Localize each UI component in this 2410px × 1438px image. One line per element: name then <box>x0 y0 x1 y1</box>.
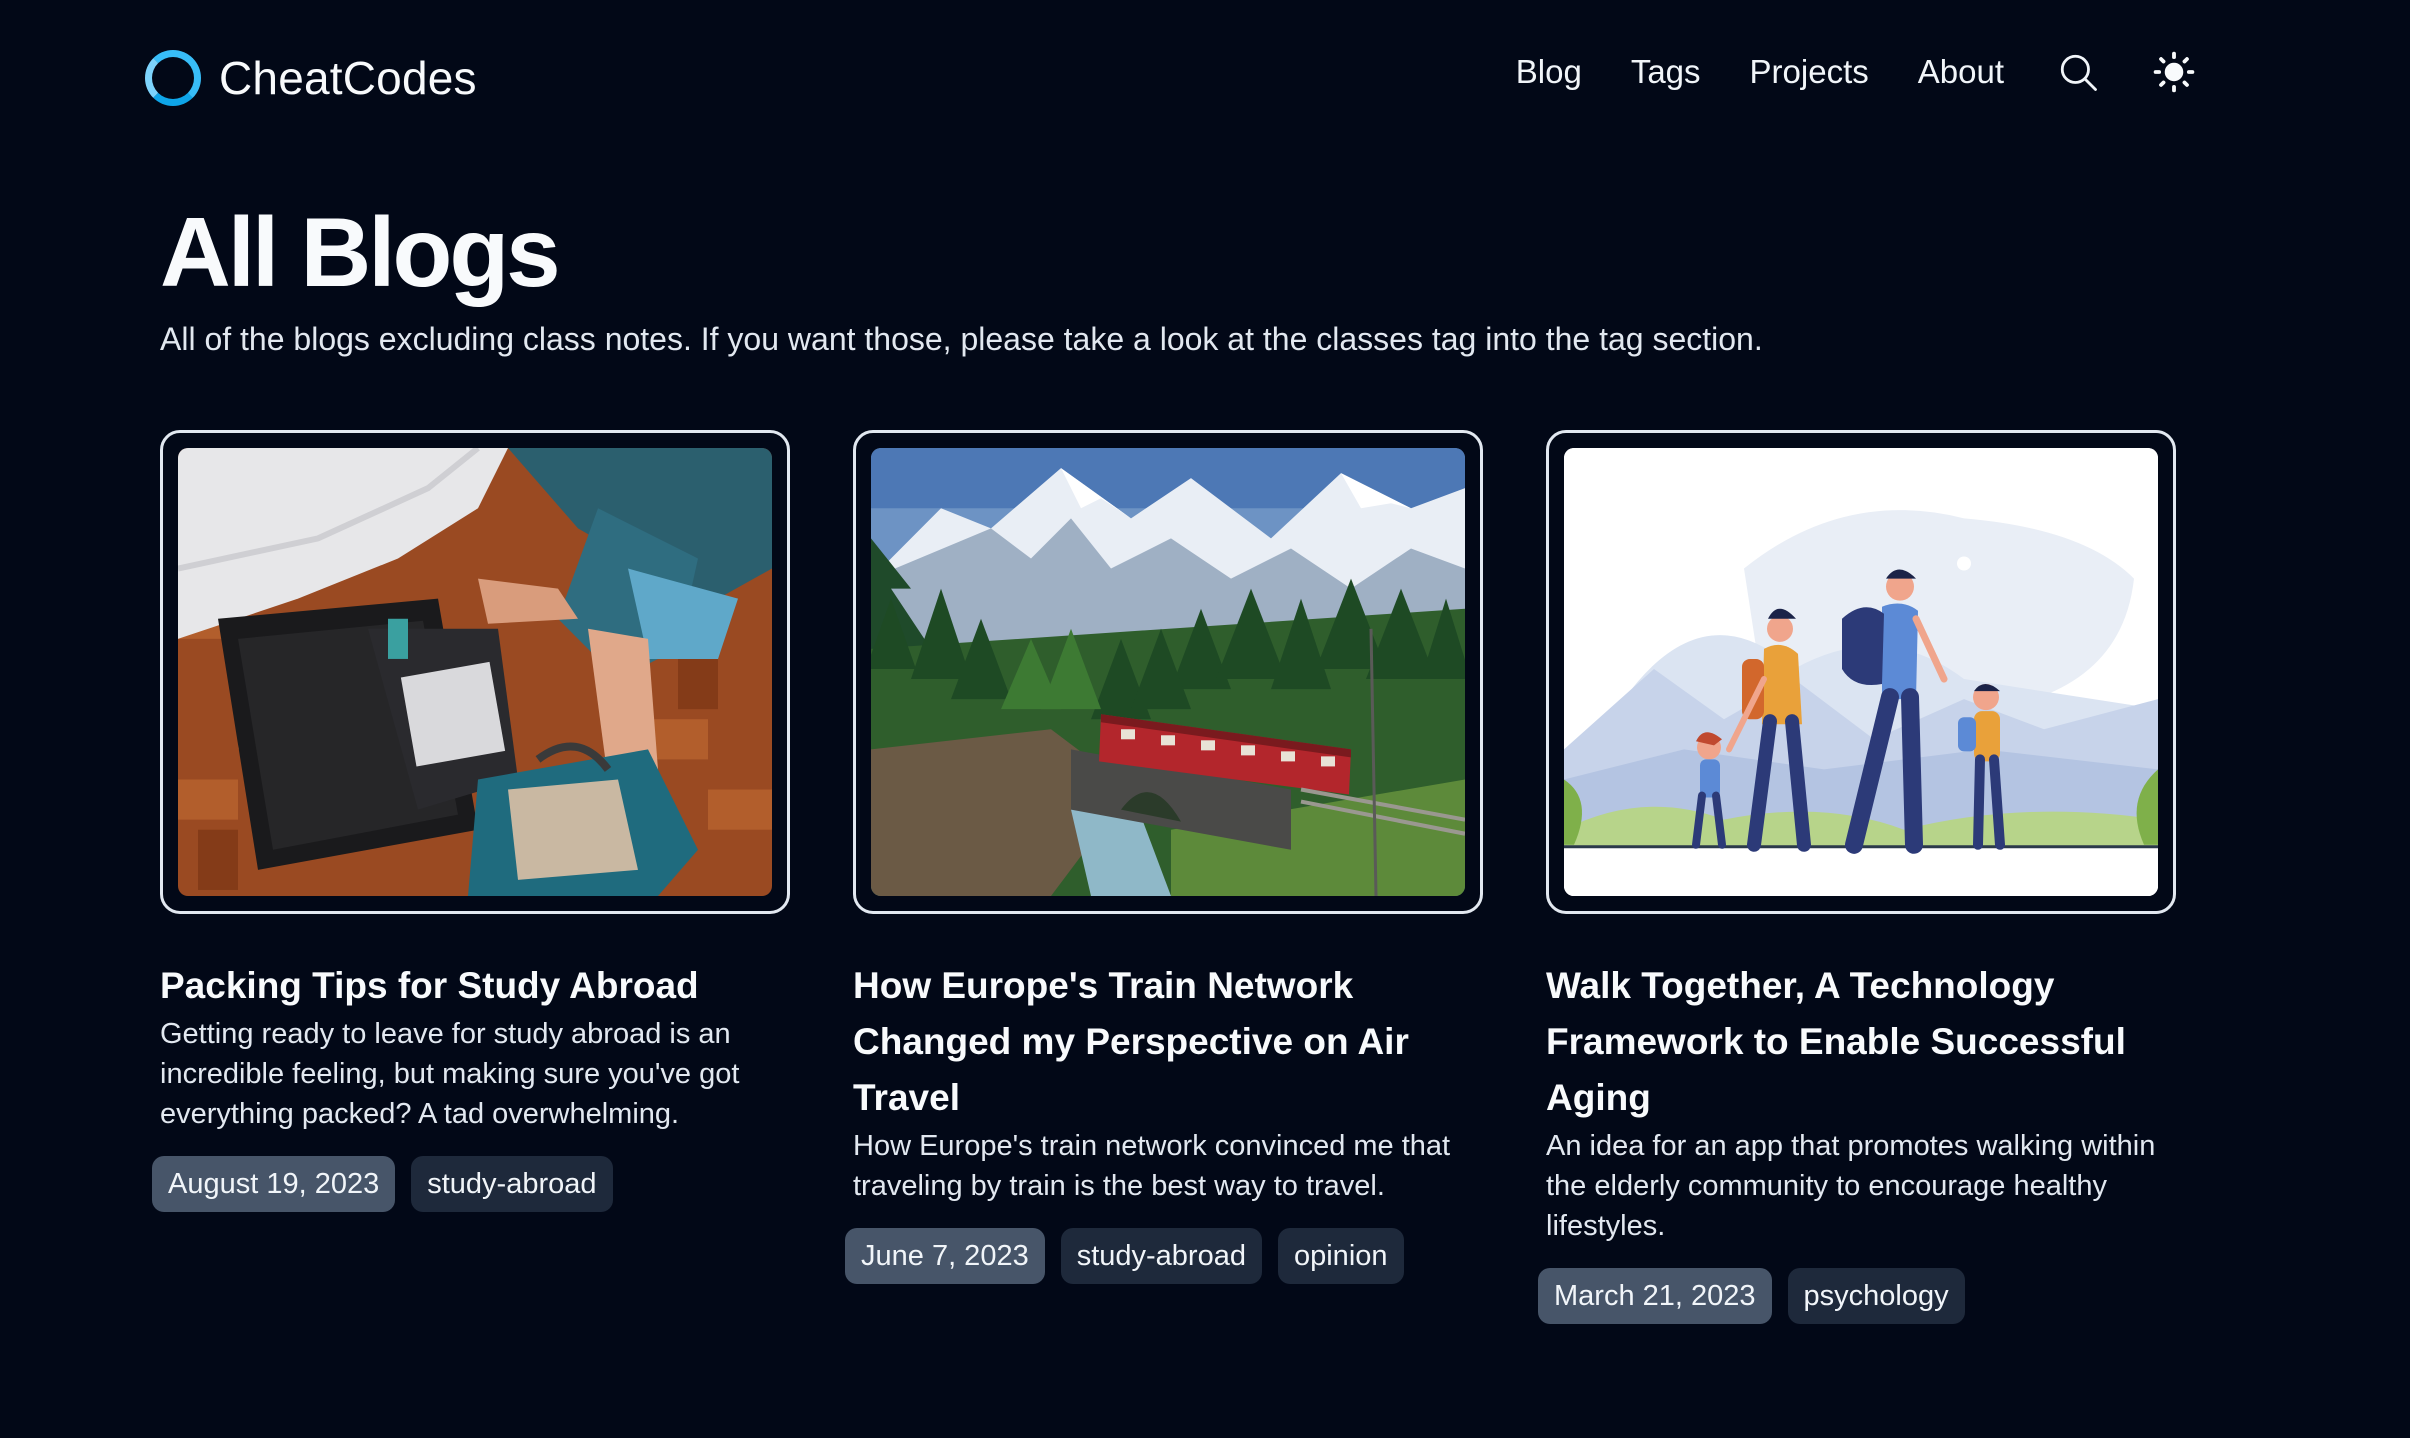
blog-card-title[interactable]: Packing Tips for Study Abroad <box>160 958 790 1014</box>
logo-ring-icon <box>145 50 201 106</box>
blog-card-meta: June 7, 2023 study-abroad opinion <box>845 1228 1483 1284</box>
post-date-badge: March 21, 2023 <box>1538 1268 1772 1324</box>
tag-chip[interactable]: study-abroad <box>411 1156 613 1212</box>
tag-chip[interactable]: psychology <box>1787 1268 1965 1324</box>
nav-link-blog[interactable]: Blog <box>1516 53 1582 91</box>
page-description: All of the blogs excluding class notes. … <box>160 321 1763 357</box>
brand-name: CheatCodes <box>219 52 477 104</box>
mountain-train-image <box>871 448 1465 896</box>
blog-card-meta: March 21, 2023 psychology <box>1538 1268 2176 1324</box>
blog-card-title[interactable]: How Europe's Train Network Changed my Pe… <box>853 958 1483 1126</box>
theme-toggle-button[interactable] <box>2152 50 2196 94</box>
blog-card: Packing Tips for Study Abroad Getting re… <box>152 430 790 1212</box>
main-nav: Blog Tags Projects About <box>1516 44 2196 100</box>
tag-chip[interactable]: opinion <box>1277 1228 1404 1284</box>
blog-card-description: An idea for an app that promotes walking… <box>1546 1130 2156 1242</box>
blog-card-image-link[interactable] <box>1546 430 2176 914</box>
family-walking-image <box>1564 448 2158 896</box>
post-date-badge: June 7, 2023 <box>845 1228 1045 1284</box>
blog-card-meta: August 19, 2023 study-abroad <box>152 1156 790 1212</box>
search-icon <box>2060 54 2097 91</box>
blog-card-description: How Europe's train network convinced me … <box>853 1130 1451 1202</box>
sun-icon <box>2153 51 2195 93</box>
blog-card-image-link[interactable] <box>160 430 790 914</box>
blog-card-title[interactable]: Walk Together, A Technology Framework to… <box>1546 958 2176 1126</box>
suitcase-packing-image <box>178 448 772 896</box>
post-date-badge: August 19, 2023 <box>152 1156 396 1212</box>
blog-card: Walk Together, A Technology Framework to… <box>1538 430 2176 1324</box>
brand-logo-link[interactable]: CheatCodes <box>145 50 477 106</box>
nav-link-projects[interactable]: Projects <box>1750 53 1869 91</box>
blog-card: How Europe's Train Network Changed my Pe… <box>845 430 1483 1284</box>
nav-link-tags[interactable]: Tags <box>1631 53 1701 91</box>
blog-card-image-link[interactable] <box>853 430 1483 914</box>
page-title: All Blogs <box>160 197 561 307</box>
tag-chip[interactable]: study-abroad <box>1060 1228 1262 1284</box>
site-header: CheatCodes Blog Tags Projects About <box>0 0 2410 150</box>
nav-link-about[interactable]: About <box>1918 53 2004 91</box>
search-button[interactable] <box>2056 50 2100 94</box>
blog-card-description: Getting ready to leave for study abroad … <box>160 1018 740 1130</box>
